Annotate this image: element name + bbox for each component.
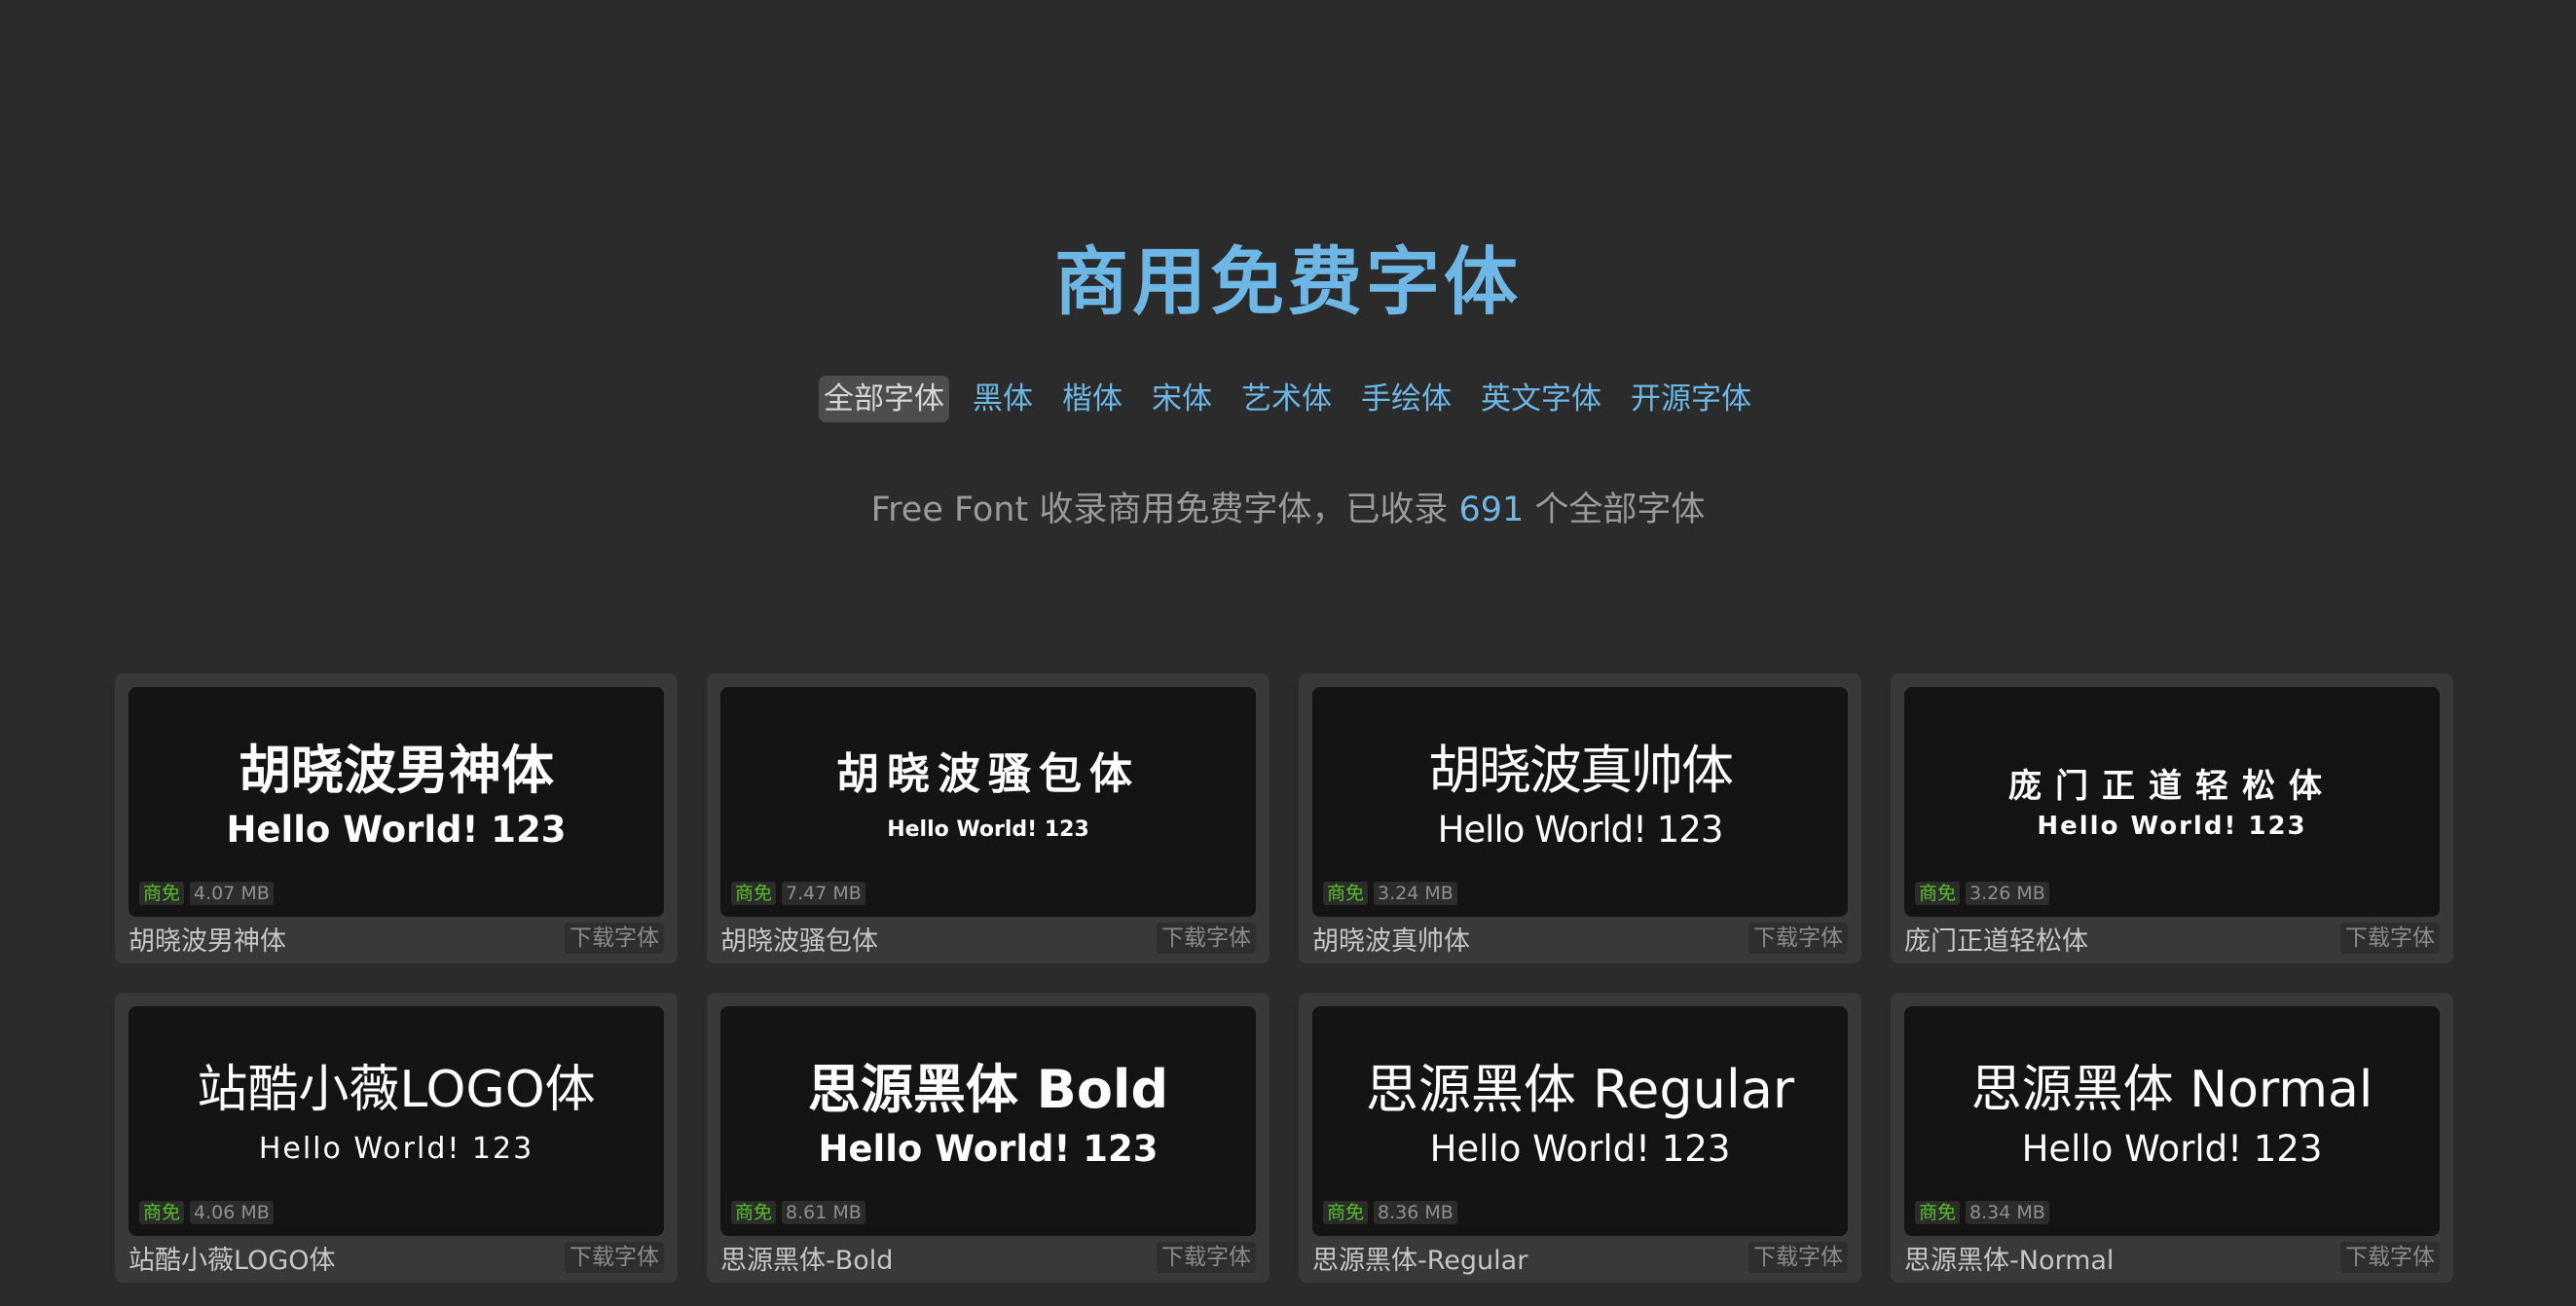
preview-sample: Hello World! 123 [1437,809,1724,851]
font-preview[interactable]: 胡晓波男神体 Hello World! 123 商免 4.07 MB [129,687,664,917]
preview-sample: Hello World! 123 [818,1128,1159,1170]
nav-item-handwritten[interactable]: 手绘体 [1355,376,1457,422]
nav-item-heiti[interactable]: 黑体 [967,376,1039,422]
card-footer: 思源黑体-Normal 下载字体 [1904,1236,2440,1279]
preview-sample: Hello World! 123 [2021,1128,2323,1170]
font-name[interactable]: 思源黑体-Normal [1904,1239,2114,1277]
nav-item-all[interactable]: 全部字体 [819,376,949,422]
nav-item-kaiti[interactable]: 楷体 [1056,376,1128,422]
license-badge: 商免 [1323,882,1369,905]
font-card[interactable]: 胡晓波真帅体 Hello World! 123 商免 3.24 MB 胡晓波真帅… [1299,673,1861,963]
font-card[interactable]: 思源黑体 Regular Hello World! 123 商免 8.36 MB… [1299,993,1861,1283]
font-preview[interactable]: 思源黑体 Bold Hello World! 123 商免 8.61 MB [720,1006,1256,1236]
font-preview[interactable]: 思源黑体 Regular Hello World! 123 商免 8.36 MB [1312,1006,1848,1236]
download-button[interactable]: 下载字体 [1157,1242,1256,1273]
card-footer: 胡晓波真帅体 下载字体 [1312,917,1848,960]
license-badge: 商免 [731,1201,777,1224]
file-size-badge: 8.61 MB [782,1201,865,1224]
page: 商用免费字体 全部字体 黑体 楷体 宋体 艺术体 手绘体 英文字体 开源字体 F… [0,0,2576,1306]
download-button[interactable]: 下载字体 [565,1242,664,1273]
font-card[interactable]: 胡晓波男神体 Hello World! 123 商免 4.07 MB 胡晓波男神… [115,673,678,963]
font-card[interactable]: 胡晓波骚包体 Hello World! 123 商免 7.47 MB 胡晓波骚包… [707,673,1270,963]
file-size-badge: 4.06 MB [190,1201,274,1224]
font-card[interactable]: 庞门正道轻松体 Hello World! 123 商免 3.26 MB 庞门正道… [1891,673,2453,963]
license-badge: 商免 [731,882,777,905]
preview-title: 胡晓波骚包体 [836,749,1140,799]
page-title: 商用免费字体 [1054,238,1522,325]
preview-title: 站酷小薇LOGO体 [197,1061,596,1119]
badge-group: 商免 4.06 MB [139,1201,274,1224]
license-badge: 商免 [139,1201,185,1224]
font-name[interactable]: 站酷小薇LOGO体 [129,1239,336,1277]
font-preview[interactable]: 庞门正道轻松体 Hello World! 123 商免 3.26 MB [1904,687,2440,917]
badge-group: 商免 3.24 MB [1323,882,1457,905]
download-button[interactable]: 下载字体 [1748,1242,1848,1273]
collection-summary: Free Font 收录商用免费字体，已收录 691 个全部字体 [0,483,2576,537]
file-size-badge: 8.34 MB [1966,1201,2049,1224]
preview-title: 胡晓波真帅体 [1428,740,1734,801]
license-badge: 商免 [1915,1201,1961,1224]
font-preview[interactable]: 站酷小薇LOGO体 Hello World! 123 商免 4.06 MB [129,1006,664,1236]
font-count: 691 [1458,490,1525,529]
font-name[interactable]: 思源黑体-Bold [720,1239,893,1277]
badge-group: 商免 8.34 MB [1915,1201,2049,1224]
preview-sample: Hello World! 123 [226,809,567,851]
badge-group: 商免 8.36 MB [1323,1201,1457,1224]
card-footer: 思源黑体-Regular 下载字体 [1312,1236,1848,1279]
font-name[interactable]: 胡晓波骚包体 [720,920,878,958]
font-preview[interactable]: 胡晓波真帅体 Hello World! 123 商免 3.24 MB [1312,687,1848,917]
nav-item-opensource[interactable]: 开源字体 [1625,376,1757,422]
preview-title: 思源黑体 Normal [1970,1061,2374,1119]
license-badge: 商免 [1323,1201,1369,1224]
file-size-badge: 4.07 MB [190,882,274,905]
file-size-badge: 3.24 MB [1374,882,1457,905]
font-name[interactable]: 思源黑体-Regular [1312,1239,1527,1277]
badge-group: 商免 4.07 MB [139,882,274,905]
summary-suffix: 个全部字体 [1524,490,1706,529]
summary-prefix: Free Font 收录商用免费字体，已收录 [870,490,1459,529]
badge-group: 商免 7.47 MB [731,882,865,905]
download-button[interactable]: 下载字体 [1748,923,1848,954]
license-badge: 商免 [1915,882,1961,905]
card-footer: 胡晓波男神体 下载字体 [129,917,664,960]
font-name[interactable]: 胡晓波男神体 [129,920,286,958]
preview-sample: Hello World! 123 [2037,812,2307,841]
card-footer: 胡晓波骚包体 下载字体 [720,917,1256,960]
font-preview[interactable]: 思源黑体 Normal Hello World! 123 商免 8.34 MB [1904,1006,2440,1236]
category-nav: 全部字体 黑体 楷体 宋体 艺术体 手绘体 英文字体 开源字体 [0,376,2576,422]
badge-group: 商免 3.26 MB [1915,882,2049,905]
font-card[interactable]: 站酷小薇LOGO体 Hello World! 123 商免 4.06 MB 站酷… [115,993,678,1283]
preview-sample: Hello World! 123 [887,817,1089,842]
download-button[interactable]: 下载字体 [1157,923,1256,954]
nav-item-art[interactable]: 艺术体 [1235,376,1338,422]
card-footer: 站酷小薇LOGO体 下载字体 [129,1236,664,1279]
preview-title: 思源黑体 Regular [1365,1059,1795,1120]
preview-sample: Hello World! 123 [258,1132,534,1166]
nav-item-english[interactable]: 英文字体 [1475,376,1607,422]
preview-title: 胡晓波男神体 [239,740,554,801]
card-footer: 庞门正道轻松体 下载字体 [1904,917,2440,960]
font-name[interactable]: 庞门正道轻松体 [1904,920,2088,958]
font-card[interactable]: 思源黑体 Normal Hello World! 123 商免 8.34 MB … [1891,993,2453,1283]
download-button[interactable]: 下载字体 [565,923,664,954]
font-name[interactable]: 胡晓波真帅体 [1312,920,1470,958]
file-size-badge: 7.47 MB [782,882,865,905]
card-footer: 思源黑体-Bold 下载字体 [720,1236,1256,1279]
download-button[interactable]: 下载字体 [2340,1242,2440,1273]
file-size-badge: 8.36 MB [1374,1201,1457,1224]
badge-group: 商免 8.61 MB [731,1201,865,1224]
license-badge: 商免 [139,882,185,905]
preview-title: 思源黑体 Bold [807,1059,1169,1120]
file-size-badge: 3.26 MB [1966,882,2049,905]
preview-sample: Hello World! 123 [1429,1128,1731,1170]
download-button[interactable]: 下载字体 [2340,923,2440,954]
font-grid: 胡晓波男神体 Hello World! 123 商免 4.07 MB 胡晓波男神… [115,673,2453,1283]
nav-item-songti[interactable]: 宋体 [1146,376,1218,422]
font-card[interactable]: 思源黑体 Bold Hello World! 123 商免 8.61 MB 思源… [707,993,1270,1283]
font-preview[interactable]: 胡晓波骚包体 Hello World! 123 商免 7.47 MB [720,687,1256,917]
